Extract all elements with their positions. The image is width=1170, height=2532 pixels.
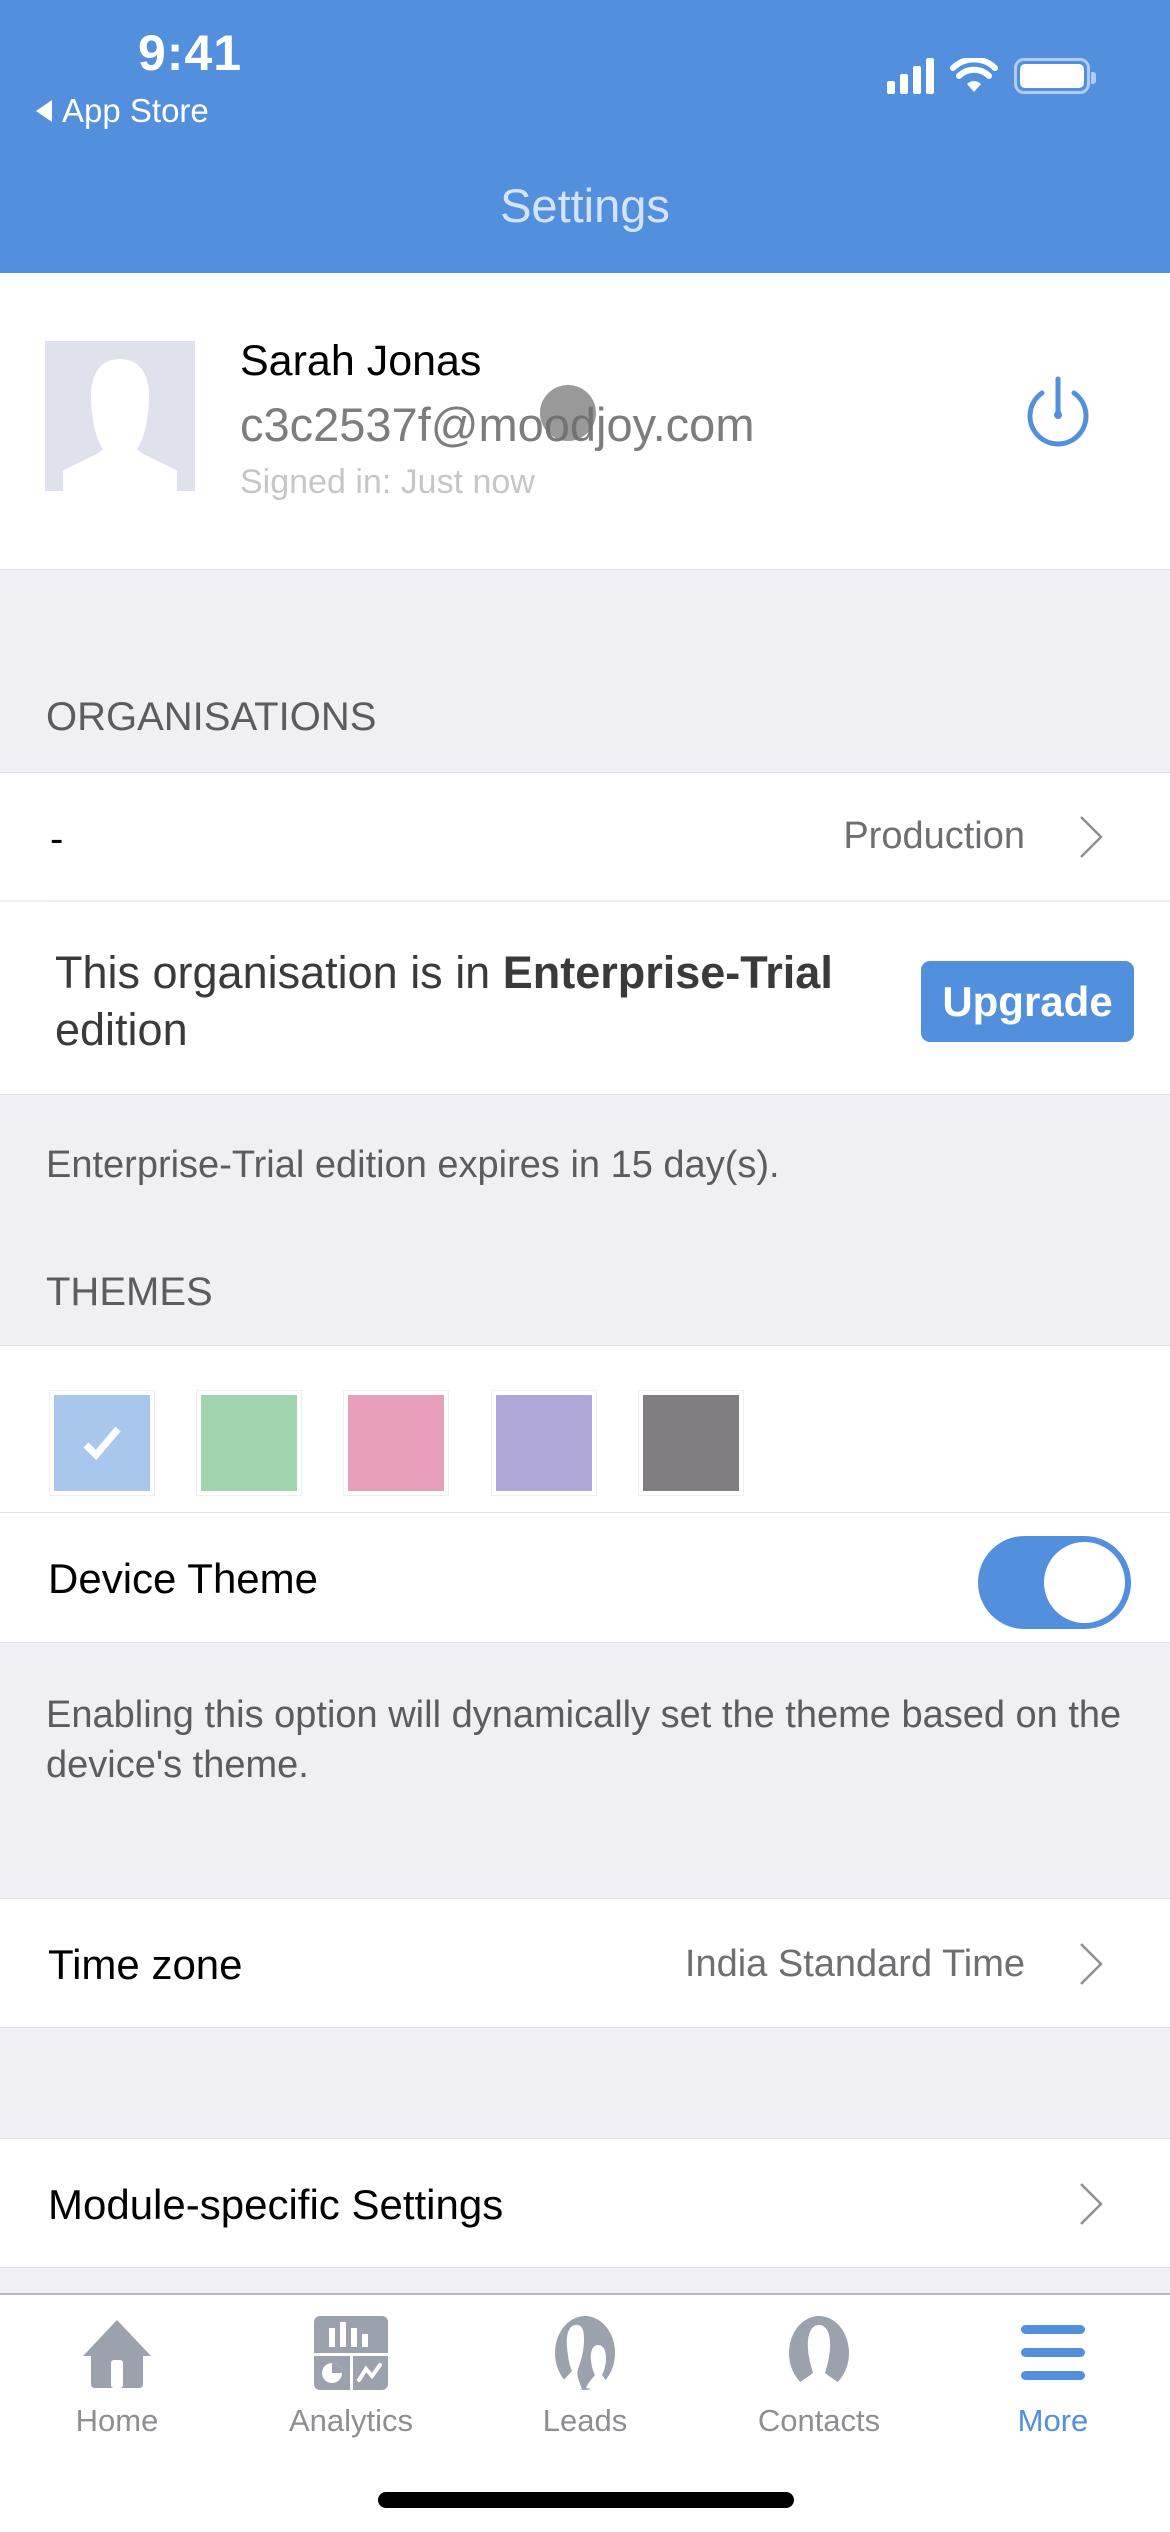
- wifi-icon: [950, 58, 998, 92]
- tab-analytics[interactable]: Analytics: [234, 2295, 468, 2465]
- user-email: c3c2537f@moodjoy.com: [240, 398, 755, 451]
- device-theme-toggle[interactable]: [978, 1536, 1131, 1629]
- tab-label: Leads: [542, 2403, 628, 2438]
- theme-swatch-gray[interactable]: [639, 1391, 743, 1495]
- themes-header: THEMES: [46, 1270, 213, 1314]
- edition-text: This organisation is in Enterprise-Trial…: [55, 944, 855, 1058]
- tab-label: Analytics: [288, 2403, 414, 2438]
- signed-in-status: Signed in: Just now: [240, 463, 535, 501]
- module-settings-label: Module-specific Settings: [48, 2181, 504, 2228]
- tab-more[interactable]: More: [936, 2295, 1170, 2465]
- chevron-right-icon: [1080, 1943, 1103, 1985]
- organisations-header: ORGANISATIONS: [46, 695, 377, 739]
- leads-icon: [543, 2315, 627, 2391]
- chevron-right-icon: [1080, 2183, 1103, 2225]
- back-to-app-store[interactable]: App Store: [36, 92, 209, 130]
- device-theme-note: Enabling this option will dynamically se…: [46, 1694, 1122, 1786]
- upgrade-button[interactable]: Upgrade: [921, 961, 1134, 1042]
- back-label: App Store: [62, 92, 209, 129]
- settings-screen: 9:41 App Store Settings Sarah Jonas c3c2…: [0, 0, 1170, 2532]
- edition-suffix: edition: [55, 1004, 188, 1055]
- signal-icon: [887, 58, 934, 94]
- theme-swatch-blue[interactable]: [50, 1391, 154, 1495]
- tab-home[interactable]: Home: [0, 2295, 234, 2465]
- nav-header: 9:41 App Store Settings: [0, 0, 1170, 273]
- home-indicator: [378, 2492, 794, 2508]
- edition-prefix: This organisation is in: [55, 947, 503, 998]
- theme-swatch-green[interactable]: [197, 1391, 301, 1495]
- analytics-icon: [309, 2315, 393, 2391]
- avatar: [45, 341, 195, 491]
- expiry-note: Enterprise-Trial edition expires in 15 d…: [46, 1144, 780, 1186]
- tab-label: Home: [75, 2403, 159, 2438]
- organisation-row[interactable]: - Production: [0, 772, 1170, 900]
- edition-name: Enterprise-Trial: [502, 947, 833, 998]
- theme-swatch-purple[interactable]: [492, 1391, 596, 1495]
- chevron-right-icon: [1080, 816, 1103, 858]
- time-zone-row[interactable]: Time zone India Standard Time: [0, 1898, 1170, 2028]
- status-time: 9:41: [138, 25, 243, 81]
- organisation-environment: Production: [843, 815, 1025, 857]
- home-icon: [75, 2315, 159, 2391]
- power-icon[interactable]: [1022, 373, 1094, 453]
- time-zone-value: India Standard Time: [684, 1943, 1025, 1985]
- page-title: Settings: [500, 179, 670, 232]
- profile-card: Sarah Jonas c3c2537f@moodjoy.com Signed …: [0, 273, 1170, 570]
- checkmark-icon: [83, 1426, 121, 1461]
- contacts-icon: [777, 2315, 861, 2391]
- time-zone-label: Time zone: [48, 1941, 243, 1988]
- user-name: Sarah Jonas: [240, 337, 482, 385]
- device-theme-label: Device Theme: [48, 1555, 319, 1602]
- tab-label: Contacts: [757, 2403, 881, 2438]
- tab-label: More: [1017, 2403, 1089, 2438]
- status-icons: [887, 58, 1096, 94]
- device-theme-row: Device Theme: [0, 1513, 1170, 1643]
- edition-row: This organisation is in Enterprise-Trial…: [0, 902, 1170, 1095]
- menu-icon: [1011, 2315, 1095, 2391]
- touch-indicator: [540, 385, 596, 441]
- person-silhouette-icon: [63, 359, 177, 491]
- tab-contacts[interactable]: Contacts: [702, 2295, 936, 2465]
- module-settings-row[interactable]: Module-specific Settings: [0, 2138, 1170, 2268]
- tab-leads[interactable]: Leads: [468, 2295, 702, 2465]
- theme-swatch-pink[interactable]: [344, 1391, 448, 1495]
- organisation-name: -: [50, 817, 64, 861]
- battery-icon: [1014, 58, 1096, 94]
- back-arrow-icon: [36, 100, 52, 122]
- theme-swatches-row: [0, 1345, 1170, 1513]
